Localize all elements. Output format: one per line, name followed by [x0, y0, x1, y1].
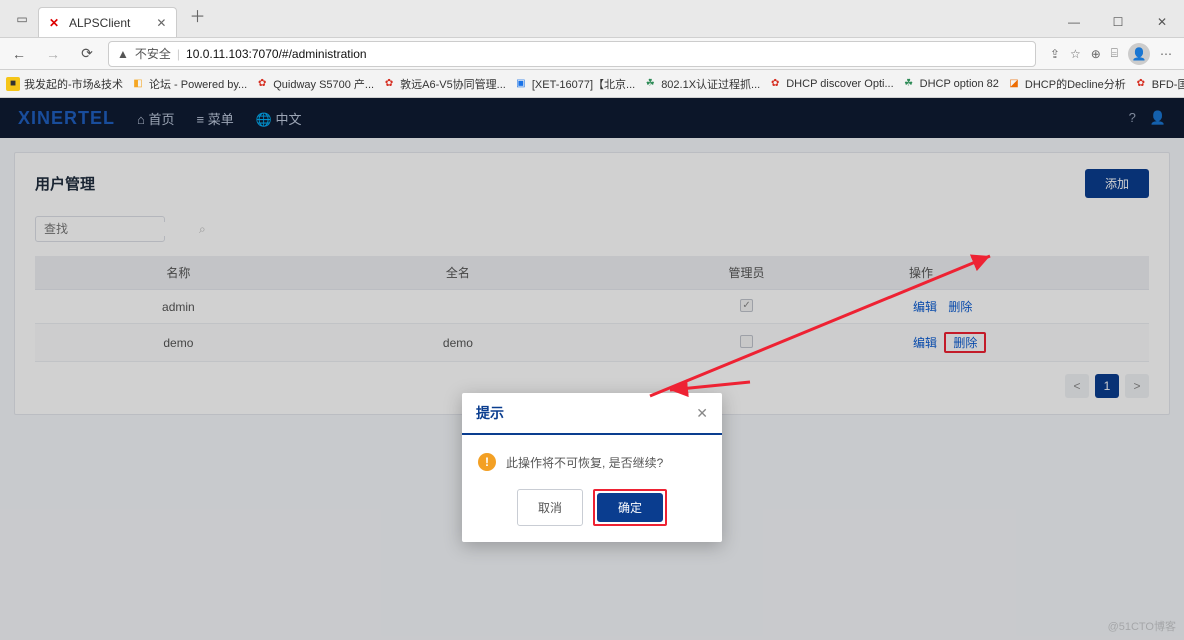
shield-icon[interactable]: ⊕: [1091, 47, 1101, 61]
edit-link[interactable]: 编辑: [913, 336, 937, 350]
security-label: 不安全: [135, 45, 171, 62]
search-input-wrapper[interactable]: ⌕: [35, 216, 165, 242]
nav-menu[interactable]: ≡ 菜单: [197, 109, 234, 128]
confirm-dialog: 提示 ✕ ! 此操作将不可恢复, 是否继续? 取消 确定: [462, 393, 722, 542]
app-root: XINERTEL ⌂ 首页 ≡ 菜单 🌐 中文 ? 👤 用户管理 添加 ⌕ 名称: [0, 98, 1184, 640]
bookmark-item[interactable]: ▣[XET-16077]【北京...: [514, 76, 635, 92]
page-number-current[interactable]: 1: [1095, 374, 1119, 398]
col-fullname: 全名: [322, 256, 594, 290]
nav-back-button[interactable]: ←: [6, 41, 32, 67]
security-warning-icon: ▲: [117, 47, 129, 61]
page-next-button[interactable]: >: [1125, 374, 1149, 398]
dialog-close-icon[interactable]: ✕: [696, 405, 708, 422]
bookmark-icon: ✿: [768, 77, 782, 91]
browser-address-bar: ← → ⟳ ▲ 不安全 | 10.0.11.103:7070/#/adminis…: [0, 38, 1184, 70]
help-icon[interactable]: ?: [1129, 110, 1136, 126]
url-text: 10.0.11.103:7070/#/administration: [186, 47, 367, 61]
bookmark-item[interactable]: ■我发起的-市场&技术: [6, 76, 123, 92]
bookmark-icon: ☘: [643, 77, 657, 91]
warning-icon: !: [478, 453, 496, 471]
delete-link[interactable]: 删除: [953, 336, 977, 350]
bookmark-item[interactable]: ◪DHCP的Decline分析: [1007, 76, 1126, 92]
cell-name: demo: [35, 324, 322, 362]
bookmark-icon: ◧: [131, 77, 145, 91]
watermark: @51CTO博客: [1108, 618, 1176, 634]
window-maximize-button[interactable]: ☐: [1096, 7, 1140, 37]
cell-admin: [594, 290, 899, 324]
page-prev-button[interactable]: <: [1065, 374, 1089, 398]
dialog-message: 此操作将不可恢复, 是否继续?: [506, 454, 663, 471]
more-icon[interactable]: ⋯: [1160, 47, 1172, 61]
bookmark-icon: ✿: [382, 77, 396, 91]
ok-highlight-box: 确定: [593, 489, 667, 526]
col-admin: 管理员: [594, 256, 899, 290]
nav-home[interactable]: ⌂ 首页: [137, 109, 174, 128]
cell-fullname: [322, 290, 594, 324]
bookmark-item[interactable]: ☘802.1X认证过程抓...: [643, 76, 760, 92]
bookmark-item[interactable]: ◧论坛 - Powered by...: [131, 76, 247, 92]
search-icon[interactable]: ⌕: [199, 222, 206, 237]
tab-title: ALPSClient: [69, 16, 130, 30]
admin-checkbox: [740, 299, 753, 312]
users-table: 名称 全名 管理员 操作 admin 编辑 删除: [35, 256, 1149, 362]
app-topbar: XINERTEL ⌂ 首页 ≡ 菜单 🌐 中文 ? 👤: [0, 98, 1184, 138]
table-row: demo demo 编辑 删除: [35, 324, 1149, 362]
bookmark-item[interactable]: ✿BFD-国标: [1134, 76, 1184, 92]
profile-avatar[interactable]: 👤: [1128, 43, 1150, 65]
nav-forward-button[interactable]: →: [40, 41, 66, 67]
window-minimize-button[interactable]: —: [1052, 7, 1096, 37]
bookmark-icon: ▣: [514, 77, 528, 91]
url-field[interactable]: ▲ 不安全 | 10.0.11.103:7070/#/administratio…: [108, 41, 1036, 67]
dialog-title: 提示: [476, 403, 504, 423]
add-user-button[interactable]: 添加: [1085, 169, 1149, 198]
cell-admin: [594, 324, 899, 362]
cell-name: admin: [35, 290, 322, 324]
window-close-button[interactable]: ✕: [1140, 7, 1184, 37]
browser-tab-active[interactable]: ✕ ALPSClient ✕: [38, 7, 177, 37]
bookmark-item[interactable]: ✿Quidway S5700 产...: [255, 76, 374, 92]
bookmark-icon: ✿: [255, 77, 269, 91]
bookmark-icon: ☘: [902, 77, 916, 91]
delete-highlight-box: 删除: [944, 332, 986, 353]
delete-link[interactable]: 删除: [948, 300, 972, 314]
bookmark-icon: ✿: [1134, 77, 1148, 91]
tab-favicon: ✕: [49, 16, 63, 30]
edit-link[interactable]: 编辑: [913, 300, 937, 314]
star-icon[interactable]: ☆: [1070, 47, 1081, 61]
cell-ops: 编辑 删除: [899, 290, 1149, 324]
cancel-button[interactable]: 取消: [517, 489, 583, 526]
browser-titlebar: ▭ ✕ ALPSClient ✕ ＋ — ☐ ✕: [0, 0, 1184, 38]
bookmark-item[interactable]: ✿DHCP discover Opti...: [768, 77, 893, 91]
admin-checkbox: [740, 335, 753, 348]
tab-list-button[interactable]: ▭: [10, 7, 34, 31]
cell-fullname: demo: [322, 324, 594, 362]
nav-language[interactable]: 🌐 中文: [256, 109, 302, 128]
page-title: 用户管理: [35, 173, 95, 194]
new-tab-button[interactable]: ＋: [181, 0, 213, 31]
share-icon[interactable]: ⇪: [1050, 47, 1060, 61]
ok-button[interactable]: 确定: [597, 493, 663, 522]
bookmark-icon: ◪: [1007, 77, 1021, 91]
tab-close-icon[interactable]: ✕: [156, 16, 166, 30]
search-input[interactable]: [44, 222, 199, 236]
user-management-card: 用户管理 添加 ⌕ 名称 全名 管理员 操作 ad: [14, 152, 1170, 415]
bookmark-icon: ■: [6, 77, 20, 91]
collections-icon[interactable]: ⌸: [1111, 46, 1118, 61]
user-icon[interactable]: 👤: [1150, 110, 1166, 126]
bookmarks-bar: ■我发起的-市场&技术 ◧论坛 - Powered by... ✿Quidway…: [0, 70, 1184, 98]
cell-ops: 编辑 删除: [899, 324, 1149, 362]
col-ops: 操作: [899, 256, 1149, 290]
bookmark-item[interactable]: ☘DHCP option 82: [902, 77, 999, 91]
brand-logo: XINERTEL: [18, 108, 115, 129]
nav-reload-button[interactable]: ⟳: [74, 41, 100, 67]
col-name: 名称: [35, 256, 322, 290]
bookmark-item[interactable]: ✿敦远A6-V5协同管理...: [382, 76, 506, 92]
table-row: admin 编辑 删除: [35, 290, 1149, 324]
